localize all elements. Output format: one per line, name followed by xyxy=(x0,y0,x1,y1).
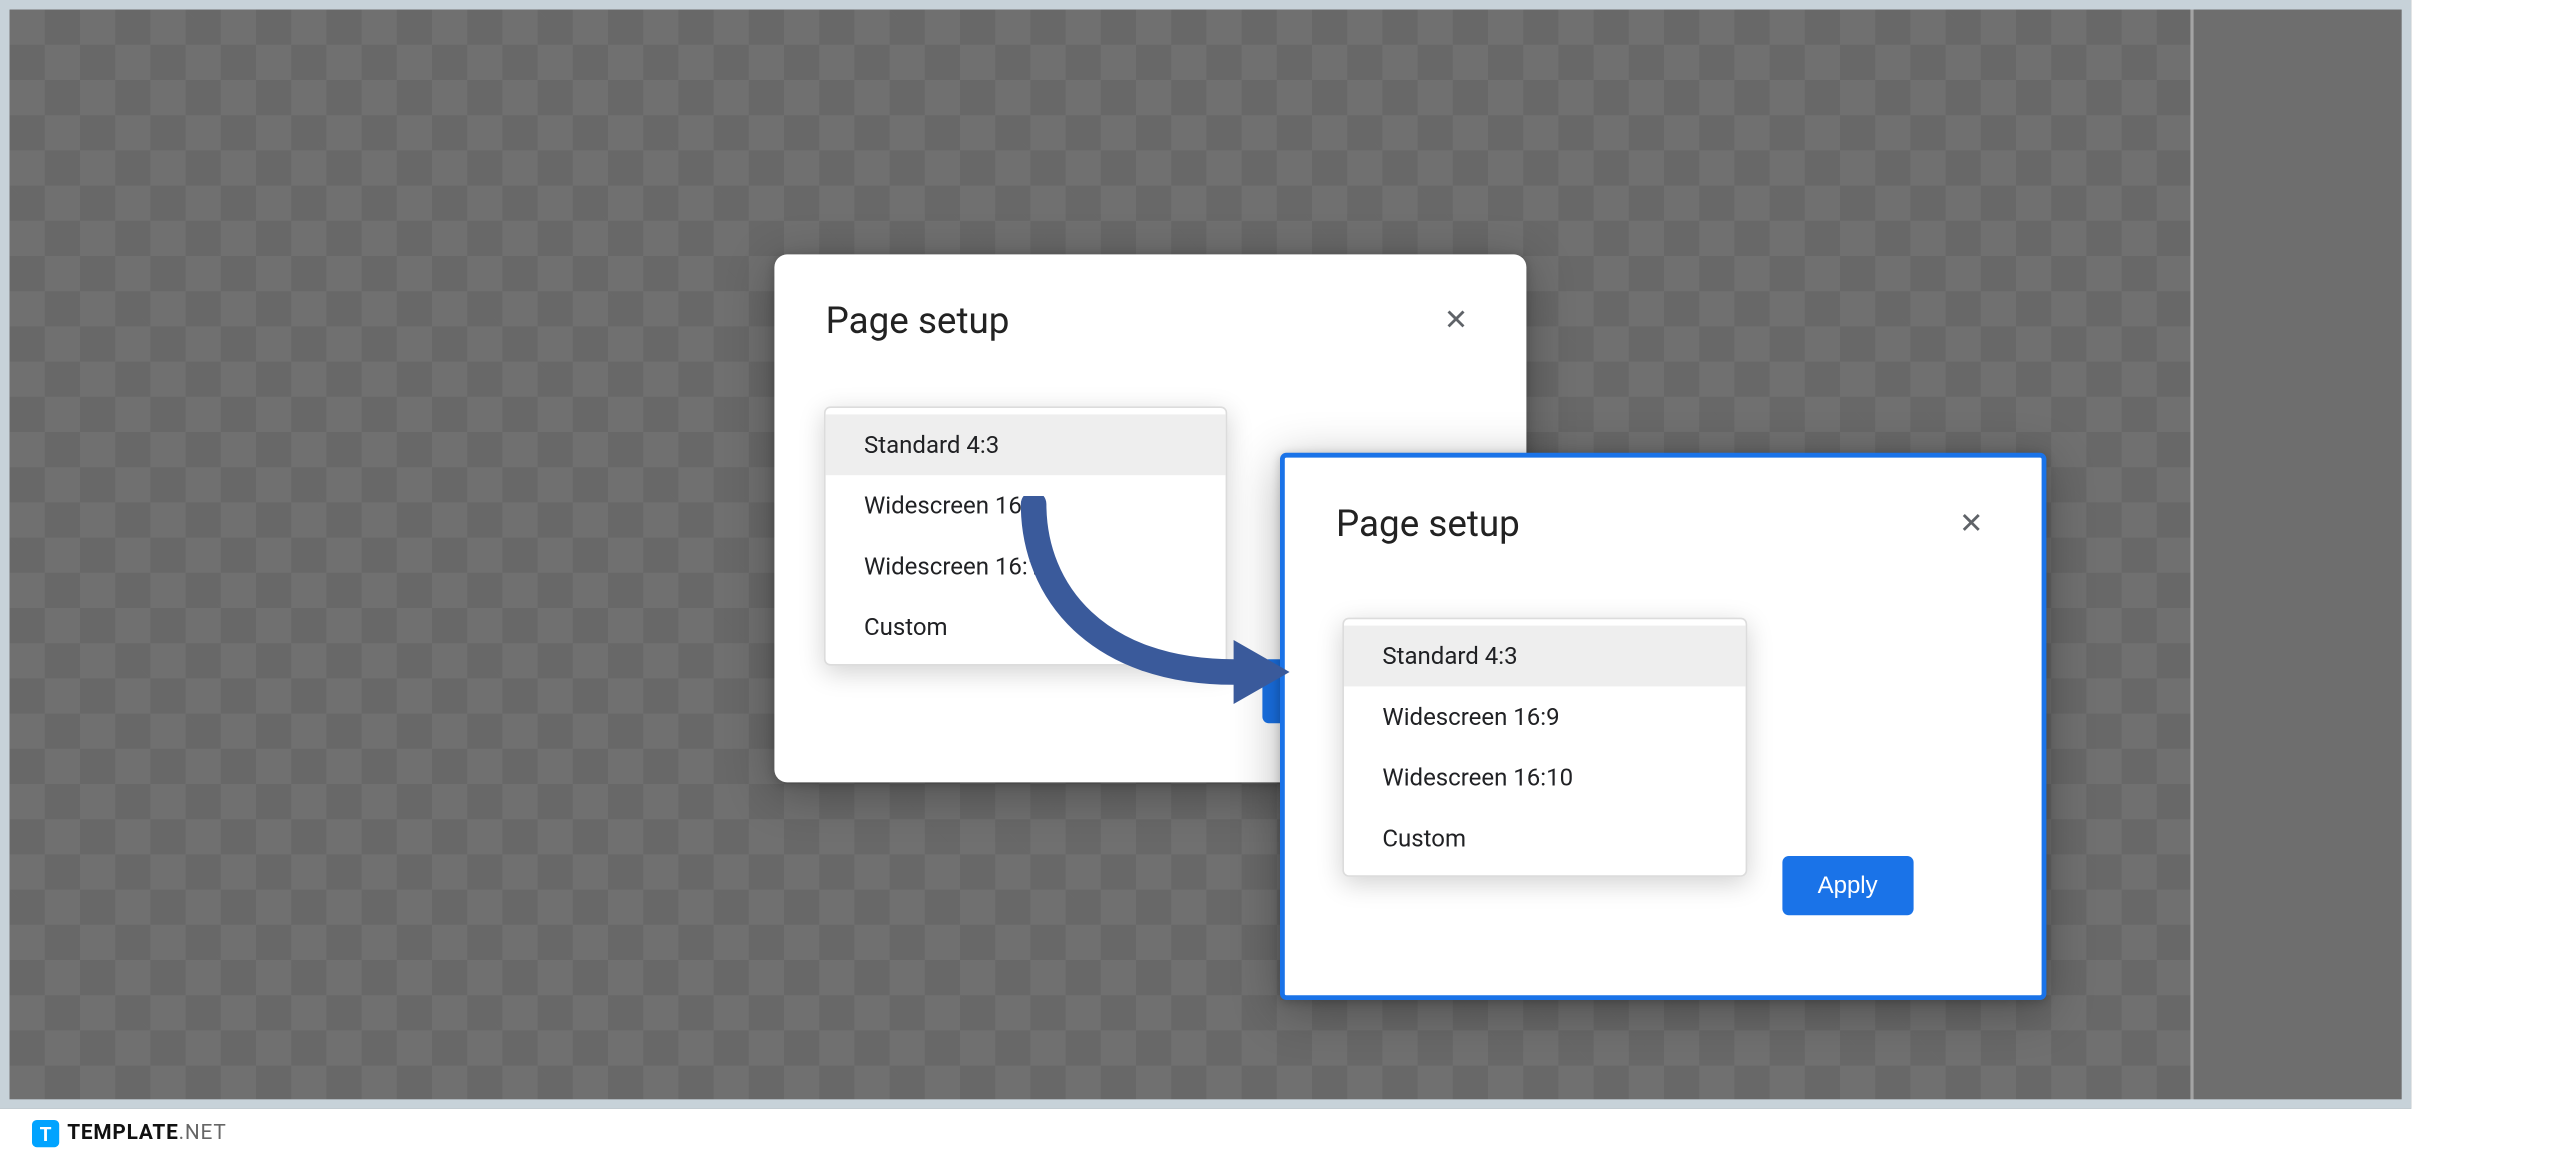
option-widescreen-1610[interactable]: Widescreen 16:10 xyxy=(1344,747,1746,808)
option-custom[interactable]: Custom xyxy=(826,597,1226,658)
option-standard-43[interactable]: Standard 4:3 xyxy=(826,414,1226,475)
right-gray-panel xyxy=(2194,10,2402,1100)
template-net-watermark: T TEMPLATE.NET xyxy=(32,1120,227,1147)
watermark-tld: .NET xyxy=(179,1122,227,1146)
dialog-title: Page setup xyxy=(826,299,1010,342)
close-icon[interactable]: ✕ xyxy=(1437,304,1475,338)
dialog-title: Page setup xyxy=(1336,502,1520,545)
template-logo-icon: T xyxy=(32,1120,59,1147)
option-widescreen-169[interactable]: Widescreen 16:9 xyxy=(826,475,1226,536)
option-widescreen-1610[interactable]: Widescreen 16:10 xyxy=(826,536,1226,597)
close-icon[interactable]: ✕ xyxy=(1952,507,1990,541)
option-widescreen-169[interactable]: Widescreen 16:9 xyxy=(1344,686,1746,747)
watermark-brand: TEMPLATE xyxy=(67,1122,178,1146)
aspect-ratio-dropdown-2[interactable]: Standard 4:3 Widescreen 16:9 Widescreen … xyxy=(1342,618,1747,877)
option-standard-43[interactable]: Standard 4:3 xyxy=(1344,626,1746,687)
option-custom[interactable]: Custom xyxy=(1344,808,1746,869)
vertical-divider xyxy=(2190,10,2193,1100)
apply-button[interactable]: Apply xyxy=(1782,856,1912,915)
aspect-ratio-dropdown-1[interactable]: Standard 4:3 Widescreen 16:9 Widescreen … xyxy=(824,406,1227,665)
